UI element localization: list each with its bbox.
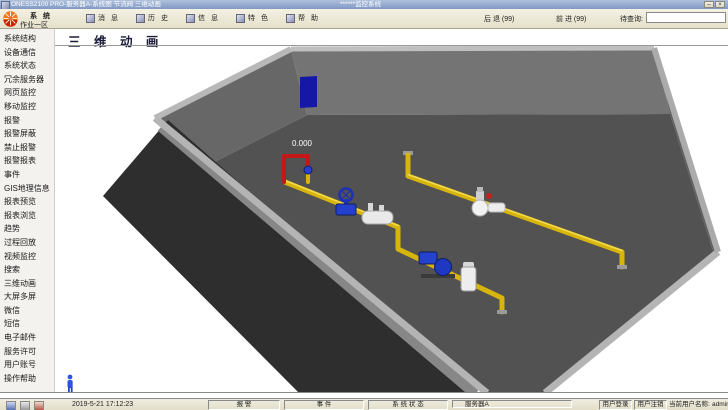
- wall-back-inner: [291, 48, 670, 115]
- sidebar-item-report-preview[interactable]: 报表预览: [0, 195, 54, 209]
- sidebar: 系统结构 设备通信 系统状态 冗余服务器 网页监控 移动监控 报警 报警屏蔽 禁…: [0, 29, 55, 392]
- sidebar-item-email[interactable]: 电子邮件: [0, 331, 54, 345]
- door-panel: [300, 76, 317, 108]
- sidebar-item-redundant-server[interactable]: 冗余服务器: [0, 73, 54, 87]
- bypass-valve[interactable]: [304, 166, 312, 174]
- forward-button[interactable]: 前 进 (99): [556, 14, 586, 24]
- level-value-label: 0.000: [292, 139, 313, 148]
- sidebar-item-wechat[interactable]: 微信: [0, 304, 54, 318]
- sidebar-item-sms[interactable]: 短信: [0, 317, 54, 331]
- user-logout-button[interactable]: 用户注销: [634, 400, 667, 410]
- sidebar-item-mobile-monitor[interactable]: 移动监控: [0, 100, 54, 114]
- sidebar-item-alarm-report[interactable]: 报警报表: [0, 154, 54, 168]
- help-icon: [286, 14, 295, 23]
- pump-motor: [419, 252, 437, 264]
- alarm-message-strip: [0, 392, 728, 399]
- sidebar-item-trend[interactable]: 趋势: [0, 222, 54, 236]
- system-status-button[interactable]: 系 统 状 态: [368, 400, 448, 410]
- search-input[interactable]: [646, 12, 726, 23]
- pipe-flange: [497, 310, 507, 314]
- features-icon: [236, 14, 245, 23]
- window-title: ONESS2100 PRO-服务器A-系统图 节流阀 三维动画: [11, 0, 161, 9]
- current-user-label: 当前用户名称:: [669, 401, 710, 409]
- alarm-panel-button[interactable]: 报 警: [208, 400, 280, 410]
- petrochina-logo: [2, 10, 19, 27]
- valve-handle[interactable]: [486, 193, 492, 199]
- minimize-button[interactable]: –: [704, 1, 714, 8]
- sidebar-item-service-license[interactable]: 服务许可: [0, 345, 54, 359]
- sidebar-item-web-monitor[interactable]: 网页监控: [0, 86, 54, 100]
- pump-body: [435, 259, 452, 276]
- user-login-button[interactable]: 用户登录: [599, 400, 632, 410]
- application-window: ONESS2100 PRO-服务器A-系统图 节流阀 三维动画 ******监控…: [0, 0, 728, 410]
- menu-item-label: 特 色: [248, 13, 270, 23]
- sidebar-item-operation-help[interactable]: 操作帮助: [0, 372, 54, 386]
- menu-bar: 系 统 作业一区 消 息 历 史 信 息 特 色 帮 助 后 退 (99) 前 …: [0, 9, 728, 29]
- close-button[interactable]: ×: [715, 1, 725, 8]
- menu-item-history[interactable]: 历 史: [136, 13, 170, 23]
- comm-status-icon[interactable]: [34, 401, 44, 410]
- rim-back: [291, 48, 654, 49]
- search-label: 待查询:: [620, 14, 643, 24]
- sidebar-item-multi-screen[interactable]: 大屏多屏: [0, 290, 54, 304]
- menu-item-label: 历 史: [148, 13, 170, 23]
- info-icon: [186, 14, 195, 23]
- sidebar-item-alarm-shield[interactable]: 报警屏蔽: [0, 127, 54, 141]
- sidebar-item-report-browse[interactable]: 报表浏览: [0, 209, 54, 223]
- sidebar-item-search[interactable]: 搜索: [0, 263, 54, 277]
- 3d-scene[interactable]: 0.000: [62, 46, 728, 392]
- room: [62, 48, 728, 392]
- menu-item-label: 信 息: [198, 13, 220, 23]
- current-user-value: admin: [712, 401, 728, 409]
- message-icon: [86, 14, 95, 23]
- sidebar-item-3d-animation[interactable]: 三维动画: [0, 277, 54, 291]
- pipe-flange: [617, 265, 627, 269]
- server-status-icon[interactable]: [20, 401, 30, 410]
- menu-item-label: 消 息: [98, 13, 120, 23]
- sidebar-item-event[interactable]: 事件: [0, 168, 54, 182]
- sidebar-item-gis-info[interactable]: GIS地理信息: [0, 182, 54, 196]
- menu-item-info[interactable]: 信 息: [186, 13, 220, 23]
- sidebar-item-alarm-disable[interactable]: 禁止报警: [0, 141, 54, 155]
- status-bar: 2019-5-21 17:12:23 报 警 事 件 系 统 状 态 服务器A …: [0, 399, 728, 410]
- history-icon: [136, 14, 145, 23]
- menu-item-features[interactable]: 特 色: [236, 13, 270, 23]
- sidebar-item-device-comm[interactable]: 设备通信: [0, 46, 54, 60]
- content-area: 三 维 动 画: [55, 29, 728, 392]
- back-button[interactable]: 后 退 (99): [484, 14, 514, 24]
- menu-item-label: 帮 助: [298, 13, 320, 23]
- menu-item-message[interactable]: 消 息: [86, 13, 120, 23]
- sidebar-item-user-account[interactable]: 用户账号: [0, 358, 54, 372]
- sidebar-item-video-monitor[interactable]: 视频监控: [0, 250, 54, 264]
- title-bar: ONESS2100 PRO-服务器A-系统图 节流阀 三维动画 ******监控…: [0, 0, 728, 9]
- sidebar-item-alarm[interactable]: 报警: [0, 114, 54, 128]
- server-name: 服务器A: [452, 400, 572, 408]
- clock: 2019-5-21 17:12:23: [72, 401, 133, 409]
- sidebar-item-process-replay[interactable]: 过程回放: [0, 236, 54, 250]
- menu-item-help[interactable]: 帮 助: [286, 13, 320, 23]
- window-title-system-name: ******监控系统: [340, 0, 381, 9]
- connection-status-icon[interactable]: [6, 401, 16, 410]
- vertical-unit[interactable]: [461, 262, 476, 291]
- window-controls: – ×: [704, 1, 725, 8]
- event-panel-button[interactable]: 事 件: [284, 400, 364, 410]
- sidebar-item-system-status[interactable]: 系统状态: [0, 59, 54, 73]
- sidebar-item-system-structure[interactable]: 系统结构: [0, 32, 54, 46]
